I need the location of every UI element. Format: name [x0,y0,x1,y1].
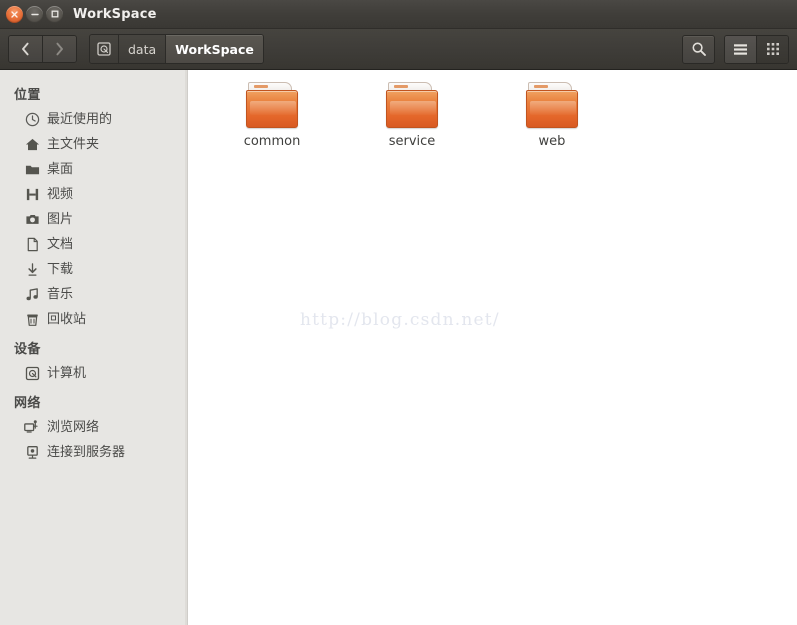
minimize-icon [30,13,39,15]
sidebar-item-label: 桌面 [47,162,74,177]
sidebar-item-label: 浏览网络 [47,420,100,435]
file-manager-window: WorkSpace data WorkSpace 位置 最近使用的 主文件夹 桌… [0,0,797,625]
chevron-right-icon [56,42,63,56]
file-name-label: web [538,134,566,149]
sidebar-item-documents[interactable]: 文档 [0,232,188,257]
sidebar-section-network-title: 网络 [14,396,41,411]
sidebar-item-connect-to-server[interactable]: 连接到服务器 [0,440,188,465]
server-connect-icon [24,445,40,461]
computer-icon [97,42,111,56]
desktop-folder-icon [24,162,40,178]
document-icon [24,237,40,253]
breadcrumb-item-data[interactable]: data [119,35,167,63]
sidebar: 位置 最近使用的 主文件夹 桌面 视频 图片 文档 下载 音乐 回收站 设备 计… [0,70,188,625]
folder-icon [246,82,298,128]
close-icon [11,10,18,18]
sidebar-item-label: 主文件夹 [47,137,100,152]
sidebar-item-computer[interactable]: 计算机 [0,361,188,386]
window-title: WorkSpace [73,6,157,22]
sidebar-item-label: 最近使用的 [47,112,113,127]
window-controls [6,5,63,23]
sidebar-item-label: 视频 [47,187,74,202]
folder-tab-notch [534,85,548,88]
sidebar-item-trash[interactable]: 回收站 [0,307,188,332]
sidebar-item-label: 回收站 [47,312,87,327]
folder-icon [386,82,438,128]
navigation-buttons [8,35,77,63]
folder-gloss [390,101,436,115]
list-view-icon [734,43,747,55]
sidebar-item-label: 下载 [47,262,74,277]
minimize-window-button[interactable] [26,5,43,23]
sidebar-item-music[interactable]: 音乐 [0,282,188,307]
sidebar-item-home[interactable]: 主文件夹 [0,132,188,157]
camera-icon [24,212,40,228]
watermark-text: http://blog.csdn.net/ [300,310,500,330]
sidebar-item-label: 连接到服务器 [47,445,126,460]
trash-icon [24,312,40,328]
sidebar-item-label: 音乐 [47,287,74,302]
download-icon [24,262,40,278]
chevron-left-icon [22,42,29,56]
maximize-window-button[interactable] [46,5,63,23]
grid-view-icon [766,43,779,55]
maximize-icon [51,10,58,18]
file-list-area[interactable]: common service web http://blog.csdn.net/ [188,70,797,625]
sidebar-item-videos[interactable]: 视频 [0,182,188,207]
back-button[interactable] [9,36,42,62]
folder-icon [526,82,578,128]
window-body: 位置 最近使用的 主文件夹 桌面 视频 图片 文档 下载 音乐 回收站 设备 计… [0,70,797,625]
video-icon [24,187,40,203]
file-item[interactable]: web [482,82,622,150]
file-item[interactable]: common [202,82,342,150]
sidebar-item-label: 计算机 [47,366,87,381]
file-item[interactable]: service [342,82,482,150]
folder-tab-notch [394,85,408,88]
sidebar-item-recent[interactable]: 最近使用的 [0,107,188,132]
sidebar-item-pictures[interactable]: 图片 [0,207,188,232]
list-view-button[interactable] [725,35,756,63]
view-mode-buttons [724,34,789,64]
sidebar-section-places-title: 位置 [14,88,41,103]
search-button[interactable] [682,34,715,64]
breadcrumb-item-computer[interactable] [90,35,119,63]
sidebar-item-browse-network[interactable]: 浏览网络 [0,415,188,440]
sidebar-item-desktop[interactable]: 桌面 [0,157,188,182]
title-bar: WorkSpace [0,0,797,29]
file-name-label: service [388,134,436,149]
folder-gloss [250,101,296,115]
file-name-label: common [243,134,301,149]
search-icon [691,42,706,56]
sidebar-item-downloads[interactable]: 下载 [0,257,188,282]
folder-gloss [530,101,576,115]
folder-body [246,90,298,128]
music-note-icon [24,287,40,303]
sidebar-item-label: 图片 [47,212,74,227]
toolbar-right-group [682,34,789,64]
breadcrumb: data WorkSpace [89,34,264,64]
forward-button[interactable] [42,36,76,62]
breadcrumb-item-workspace[interactable]: WorkSpace [166,35,263,63]
icon-grid: common service web [188,82,797,150]
clock-icon [24,112,40,128]
computer-icon [24,366,40,382]
toolbar: data WorkSpace [0,29,797,70]
network-browse-icon [24,420,40,436]
home-icon [24,137,40,153]
folder-tab-notch [254,85,268,88]
sidebar-item-label: 文档 [47,237,74,252]
folder-body [526,90,578,128]
sidebar-section-devices-title: 设备 [14,342,41,357]
folder-body [386,90,438,128]
close-window-button[interactable] [6,5,23,23]
grid-view-button[interactable] [756,35,788,63]
